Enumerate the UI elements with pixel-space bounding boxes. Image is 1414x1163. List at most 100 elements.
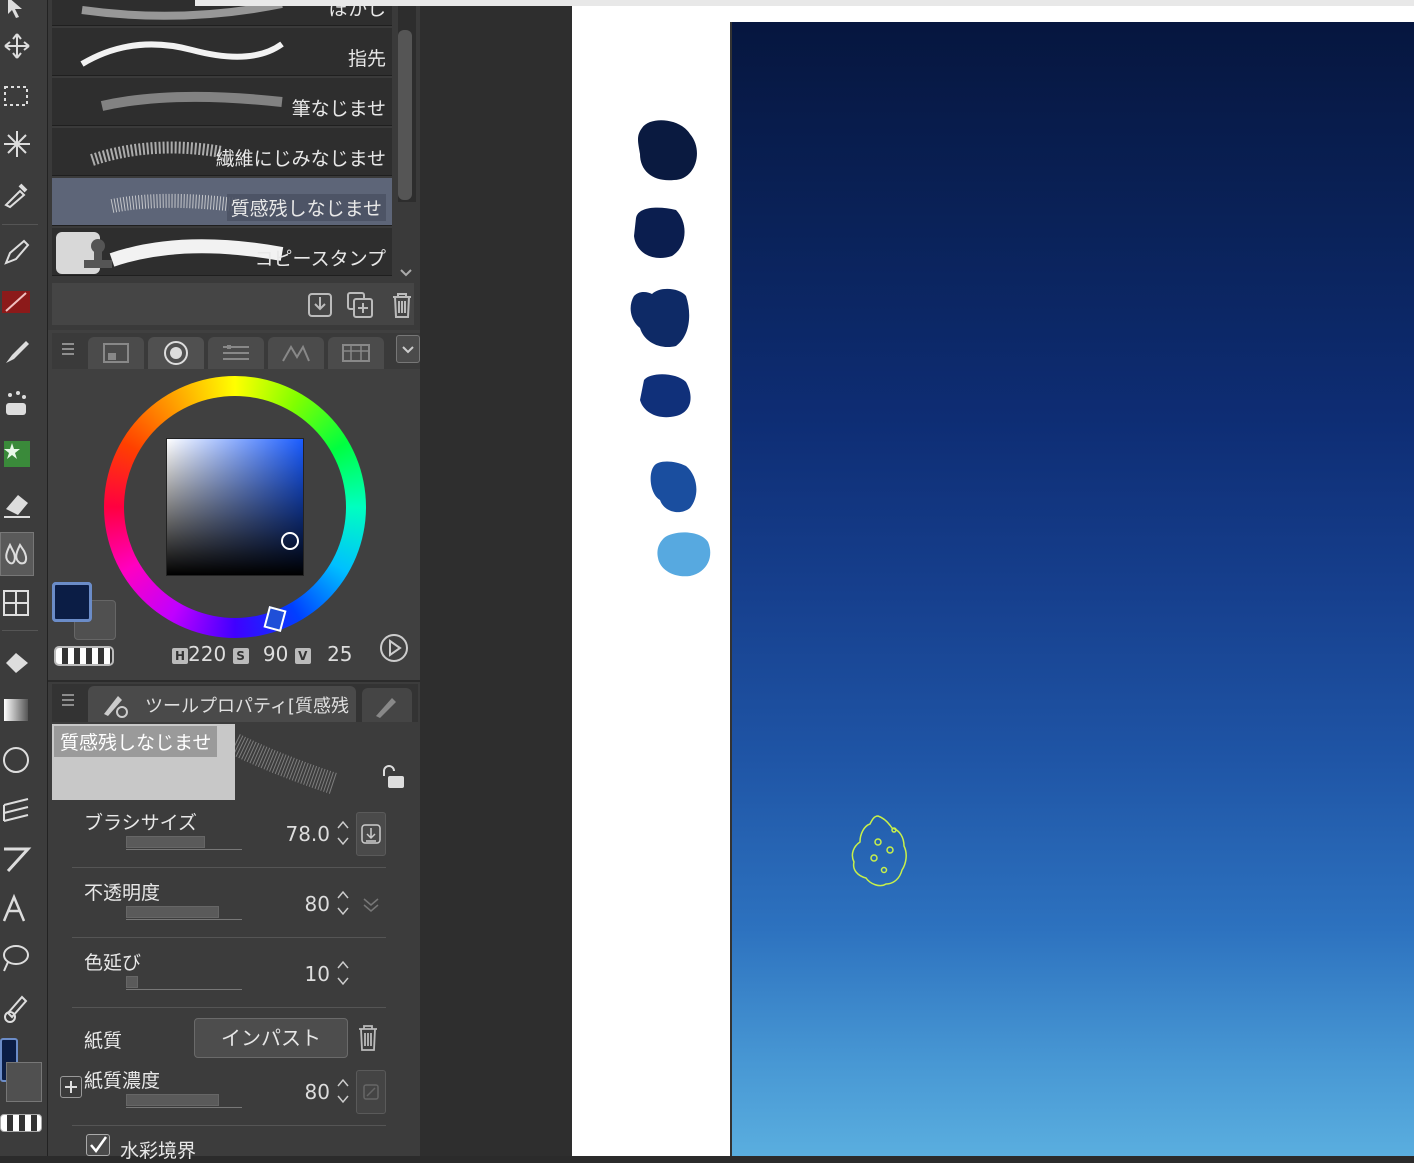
selection-path: [851, 815, 907, 887]
brush-label: 繊維にじみなじませ: [215, 148, 386, 170]
paper-label: 紙質: [84, 1030, 123, 1052]
h-key: H: [172, 647, 188, 664]
trash-icon[interactable]: [388, 291, 416, 319]
eraser-icon[interactable]: [0, 482, 34, 526]
watercolor-edge-checkbox[interactable]: [86, 1134, 110, 1156]
slider-fill: [126, 1094, 219, 1106]
brush-item-fiber-blend[interactable]: 繊維にじみなじませ: [52, 128, 392, 176]
sv-picker-handle[interactable]: [281, 532, 299, 550]
brush-size-spinner[interactable]: [336, 818, 350, 848]
unlock-icon[interactable]: [380, 764, 406, 790]
brush-scroll-thumb[interactable]: [398, 30, 412, 200]
decoration-icon[interactable]: [0, 432, 34, 476]
opacity-pressure-icon[interactable]: [356, 882, 386, 926]
eyedropper-icon[interactable]: [0, 172, 34, 216]
move-icon[interactable]: [0, 24, 34, 68]
pen-icon[interactable]: [0, 230, 34, 274]
paper-density-label: 紙質濃度: [84, 1070, 161, 1092]
color-stretch-value[interactable]: 10: [305, 962, 330, 986]
brush-size-label: ブラシサイズ: [84, 812, 198, 834]
paper-texture-button[interactable]: インパスト: [194, 1018, 348, 1058]
color-stretch-spinner[interactable]: [336, 958, 350, 988]
brush-size-row: ブラシサイズ 78.0: [72, 800, 386, 868]
opacity-value[interactable]: 80: [305, 892, 330, 916]
sub-color-chip-small[interactable]: [6, 1062, 42, 1102]
magic-wand-icon[interactable]: [0, 122, 34, 166]
tab-intermediate-color[interactable]: [268, 337, 324, 369]
s-key: S: [232, 647, 249, 664]
tab-color-slider[interactable]: [208, 337, 264, 369]
menu-icon[interactable]: [60, 692, 76, 708]
brush-panel-footer: [52, 283, 414, 325]
brush-size-value[interactable]: 78.0: [285, 822, 330, 846]
brush-subtool-panel: ぼかし 指先 筆なじませ 繊維にじみなじませ 質感残しなじませ コピースタンプ: [48, 0, 420, 330]
paper-density-pressure-icon[interactable]: [356, 1070, 386, 1114]
fill-icon[interactable]: [0, 640, 34, 684]
selection-outline[interactable]: [848, 812, 914, 890]
chevron-down-icon[interactable]: [396, 262, 416, 282]
brush-size-pressure-button[interactable]: [356, 812, 386, 856]
color-stretch-row: 色延び 10: [72, 940, 386, 1008]
frame-icon[interactable]: [0, 788, 34, 832]
slider-fill: [126, 976, 138, 988]
brush-size-slider[interactable]: [126, 836, 242, 850]
brush-item-texture-blend[interactable]: 質感残しなじませ: [52, 178, 392, 226]
color-stretch-slider[interactable]: [126, 976, 242, 990]
brush-item-brush-blend[interactable]: 筆なじませ: [52, 78, 392, 126]
v-value: 25: [327, 642, 353, 666]
brush-label: コピースタンプ: [254, 248, 386, 270]
gradient-icon[interactable]: [0, 688, 34, 732]
duplicate-icon[interactable]: [346, 291, 374, 319]
tool-strip: [0, 0, 48, 1156]
figure-tool-icon[interactable]: [0, 582, 34, 626]
tab-color-wheel[interactable]: [148, 337, 204, 369]
paper-density-spinner[interactable]: [336, 1076, 350, 1106]
panel-gap: [420, 0, 572, 1156]
text-icon[interactable]: [0, 886, 34, 930]
sky-painting[interactable]: [731, 22, 1414, 1156]
import-icon[interactable]: [306, 291, 334, 319]
opacity-slider[interactable]: [126, 906, 242, 920]
selection-hole: [880, 866, 888, 874]
ruler-icon[interactable]: [0, 836, 34, 880]
cursor-icon[interactable]: [0, 0, 34, 20]
tab-brush-size[interactable]: [362, 688, 412, 722]
swatch-blob: [630, 288, 690, 348]
brush-item-copy-stamp[interactable]: コピースタンプ: [52, 228, 392, 276]
color-swatches: [630, 120, 711, 577]
brush-icon[interactable]: [0, 330, 34, 374]
main-color-chip-front[interactable]: [52, 582, 92, 622]
correction-icon[interactable]: [0, 986, 34, 1030]
swatch-blob: [638, 120, 697, 181]
canvas-top-strip: [195, 0, 1414, 6]
brush-item-finger[interactable]: 指先: [52, 28, 392, 76]
paper-density-value[interactable]: 80: [305, 1080, 330, 1104]
opacity-spinner[interactable]: [336, 888, 350, 918]
menu-icon[interactable]: [60, 341, 76, 357]
selection-hole: [874, 838, 882, 846]
swatch-blob: [640, 374, 691, 418]
airbrush-icon[interactable]: [0, 382, 34, 426]
rect-selection-icon[interactable]: [0, 74, 34, 118]
trash-icon[interactable]: [356, 1024, 380, 1052]
balloon-icon[interactable]: [0, 936, 34, 980]
h-value: 220: [188, 642, 227, 666]
selection-hole: [886, 846, 894, 854]
play-circle-icon[interactable]: [378, 632, 410, 664]
transparent-color-chip[interactable]: [54, 646, 114, 666]
tab-color-set[interactable]: [88, 337, 144, 369]
panel-menu-chevron-icon[interactable]: [396, 335, 420, 363]
shape-ellipse-icon[interactable]: [0, 738, 34, 782]
brush-label: 筆なじませ: [291, 98, 386, 120]
saturation-value-square[interactable]: [166, 438, 304, 576]
color-stretch-label: 色延び: [84, 952, 142, 974]
pencil-icon[interactable]: [0, 280, 34, 324]
selection-hole: [891, 827, 897, 833]
tab-approximate-color[interactable]: [328, 337, 384, 369]
preview-brush-name: 質感残しなじませ: [54, 726, 218, 757]
transparent-color-chip-small[interactable]: [0, 1114, 42, 1132]
s-value: 90: [262, 642, 289, 666]
paper-density-slider[interactable]: [126, 1094, 242, 1108]
blend-tool-icon[interactable]: [0, 532, 34, 576]
color-panel-tabs: [52, 333, 422, 369]
